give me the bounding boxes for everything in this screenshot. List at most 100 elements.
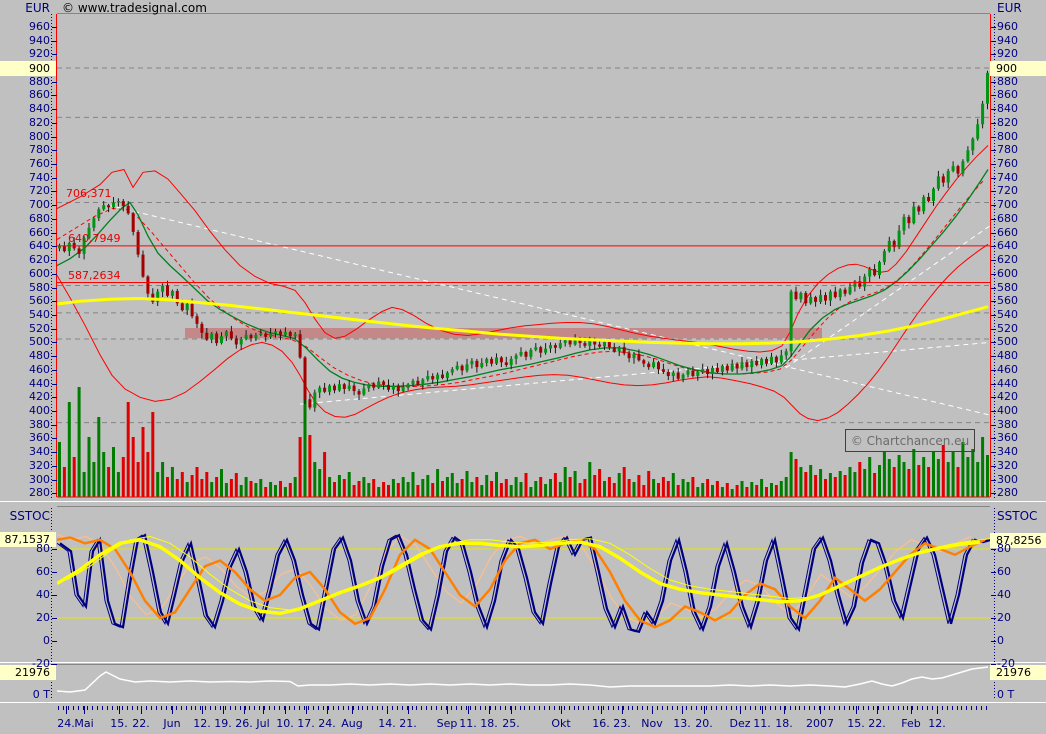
time-major-tick <box>327 706 328 714</box>
time-minor-tick <box>137 706 138 710</box>
chart-canvas[interactable] <box>0 0 1046 734</box>
time-major-tick <box>511 706 512 714</box>
time-minor-tick <box>343 706 344 710</box>
time-minor-tick <box>382 706 383 710</box>
price-tick-mark <box>52 27 57 28</box>
price-tick-mark <box>52 342 57 343</box>
price-tick-mark <box>52 54 57 55</box>
price-tick-mark <box>52 329 57 330</box>
time-minor-tick <box>73 706 74 710</box>
time-minor-tick <box>554 706 555 710</box>
time-tick-label: 13. <box>673 717 691 730</box>
price-tick-label: 320 <box>997 459 1018 472</box>
price-tick-label: 780 <box>997 143 1018 156</box>
price-tick-mark <box>52 137 57 138</box>
price-tick-label: 580 <box>997 281 1018 294</box>
price-tick-mark <box>991 123 996 124</box>
time-minor-tick <box>456 706 457 710</box>
time-tick-label: Jun <box>163 717 180 730</box>
time-minor-tick <box>534 706 535 710</box>
price-tick-label: 620 <box>0 253 50 266</box>
time-minor-tick <box>829 706 830 710</box>
time-minor-tick <box>151 706 152 710</box>
price-tick-mark <box>991 164 996 165</box>
price-tick-mark <box>52 205 57 206</box>
price-tick-label: 360 <box>0 431 50 444</box>
time-minor-tick <box>112 706 113 710</box>
time-tick-label: 12. <box>928 717 946 730</box>
price-tick-mark <box>991 260 996 261</box>
sstoc-tick-label: 0 <box>0 634 50 647</box>
main-panel-bottom-edge <box>0 501 1046 502</box>
time-tick-label: 14. <box>378 717 396 730</box>
time-minor-tick <box>299 706 300 710</box>
time-minor-tick <box>402 706 403 710</box>
price-tick-label: 460 <box>0 363 50 376</box>
time-minor-tick <box>598 706 599 710</box>
time-minor-tick <box>485 706 486 710</box>
price-tick-mark <box>52 178 57 179</box>
time-minor-tick <box>790 706 791 710</box>
time-tick-label: 15. <box>110 717 128 730</box>
price-tick-mark <box>52 315 57 316</box>
price-tick-mark <box>52 260 57 261</box>
sstoc-tick-label: -20 <box>0 657 50 670</box>
time-minor-tick <box>107 706 108 710</box>
time-minor-tick <box>466 706 467 710</box>
time-minor-tick <box>706 706 707 710</box>
time-minor-tick <box>215 706 216 710</box>
price-tick-label: 540 <box>997 308 1018 321</box>
price-tick-label: 300 <box>997 473 1018 486</box>
price-tick-label: 680 <box>997 212 1018 225</box>
price-tick-label: 460 <box>997 363 1018 376</box>
lower-panel-top-edge <box>57 664 990 665</box>
price-tick-label: 660 <box>997 226 1018 239</box>
time-major-tick <box>285 706 286 714</box>
time-major-tick <box>937 706 938 714</box>
time-minor-tick <box>932 706 933 710</box>
time-minor-tick <box>883 706 884 710</box>
price-tick-mark <box>991 191 996 192</box>
time-minor-tick <box>240 706 241 710</box>
time-minor-tick <box>903 706 904 710</box>
time-minor-tick <box>269 706 270 710</box>
time-major-tick <box>202 706 203 714</box>
time-minor-tick <box>264 706 265 710</box>
time-minor-tick <box>392 706 393 710</box>
time-minor-tick <box>87 706 88 710</box>
price-tick-label: 480 <box>0 349 50 362</box>
time-minor-tick <box>583 706 584 710</box>
time-minor-tick <box>441 706 442 710</box>
time-minor-tick <box>451 706 452 710</box>
time-minor-tick <box>952 706 953 710</box>
time-minor-tick <box>667 706 668 710</box>
sstoc-tick-label: 60 <box>997 565 1011 578</box>
white-trendline <box>300 342 990 404</box>
time-tick-label: 19. <box>214 717 232 730</box>
sstoc-tick-mark <box>52 595 57 596</box>
price-tick-label: 360 <box>997 431 1018 444</box>
time-minor-tick <box>618 706 619 710</box>
time-minor-tick <box>470 706 471 710</box>
price-tick-mark <box>52 95 57 96</box>
price-tick-mark <box>52 41 57 42</box>
time-major-tick <box>352 706 353 714</box>
time-minor-tick <box>927 706 928 710</box>
price-tick-mark <box>52 370 57 371</box>
white-trendline <box>108 205 990 415</box>
price-tick-label: 740 <box>0 171 50 184</box>
sstoc-tick-mark <box>991 549 996 550</box>
candlesticks <box>58 71 989 412</box>
sstoc-tick-mark <box>991 664 996 665</box>
time-minor-tick <box>520 706 521 710</box>
time-minor-tick <box>588 706 589 710</box>
lower-panel-bottom-edge <box>0 702 1046 703</box>
price-tick-mark <box>991 452 996 453</box>
time-minor-tick <box>824 706 825 710</box>
time-minor-tick <box>549 706 550 710</box>
time-minor-tick <box>809 706 810 710</box>
time-minor-tick <box>569 706 570 710</box>
time-minor-tick <box>701 706 702 710</box>
time-tick-label: 21. <box>399 717 417 730</box>
time-minor-tick <box>745 706 746 710</box>
